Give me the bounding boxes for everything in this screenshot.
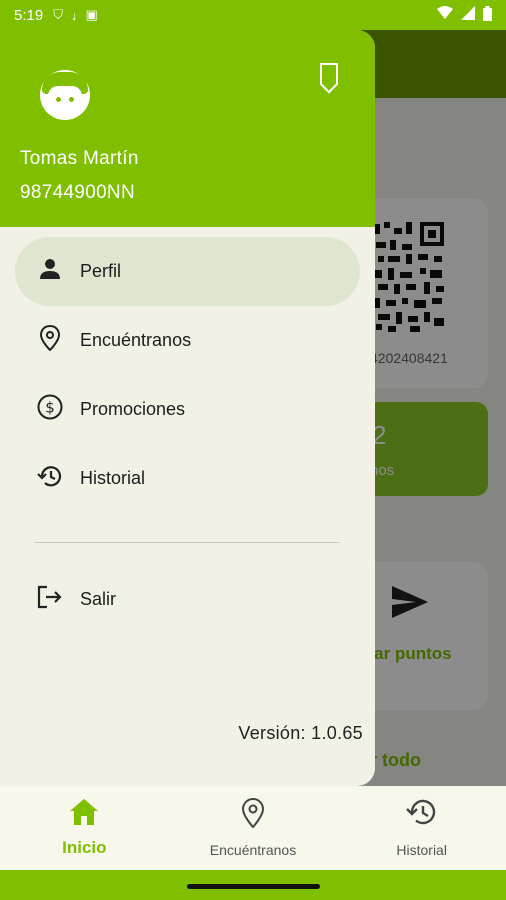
logout-section: Salir	[0, 565, 375, 634]
battery-icon	[483, 5, 492, 25]
logout-button[interactable]: Salir	[0, 565, 375, 634]
menu-item-label: Historial	[80, 468, 146, 488]
nav-item-encuentranos[interactable]: Encuéntranos	[169, 786, 338, 870]
history-icon	[36, 464, 64, 494]
menu-item-label: Encuéntranos	[80, 330, 192, 350]
logout-label: Salir	[80, 589, 117, 609]
nav-label: Historial	[396, 842, 447, 858]
home-gesture-handle[interactable]	[187, 884, 320, 889]
user-id: 98744900NN	[20, 182, 135, 203]
navigation-drawer: Tomas Martín 98744900NN Perfil Encuéntra…	[0, 30, 375, 786]
nav-label: Inicio	[62, 838, 107, 857]
avatar	[40, 70, 90, 120]
bottom-navigation: Inicio Encuéntranos Historial	[0, 786, 506, 870]
bookmark-icon[interactable]	[320, 63, 338, 85]
menu-item-promociones[interactable]: $ Promociones	[0, 375, 375, 444]
history-icon	[337, 798, 506, 833]
drawer-menu: Perfil Encuéntranos $ Promociones Histor…	[0, 237, 375, 513]
menu-item-label: Promociones	[80, 399, 186, 419]
drawer-header: Tomas Martín 98744900NN	[0, 30, 375, 227]
svg-text:$: $	[45, 398, 55, 416]
home-icon	[0, 798, 169, 833]
logout-icon	[36, 585, 64, 615]
status-bar: 5:19 ⛉ ↓ ▣	[0, 0, 506, 30]
menu-item-historial[interactable]: Historial	[0, 444, 375, 513]
signal-icon	[461, 6, 475, 24]
location-pin-icon	[36, 324, 64, 357]
menu-item-perfil[interactable]: Perfil	[15, 237, 360, 306]
status-time: 5:19	[14, 6, 44, 24]
app-version: Versión: 1.0.65	[238, 723, 363, 743]
location-pin-icon	[169, 797, 338, 835]
app-icon: ▣	[85, 7, 98, 22]
menu-item-label: Perfil	[80, 261, 122, 281]
shield-icon: ⛉	[53, 7, 63, 22]
person-icon	[36, 258, 64, 286]
nav-item-historial[interactable]: Historial	[337, 786, 506, 870]
gesture-bar	[0, 870, 506, 900]
wifi-icon	[437, 6, 453, 24]
nav-label: Encuéntranos	[209, 842, 297, 858]
usb-icon: ↓	[70, 7, 78, 23]
dollar-circle-icon: $	[36, 394, 64, 426]
user-name: Tomas Martín	[20, 148, 139, 169]
menu-item-encuentranos[interactable]: Encuéntranos	[0, 306, 375, 375]
menu-divider	[35, 542, 340, 543]
nav-item-inicio[interactable]: Inicio	[0, 786, 169, 870]
